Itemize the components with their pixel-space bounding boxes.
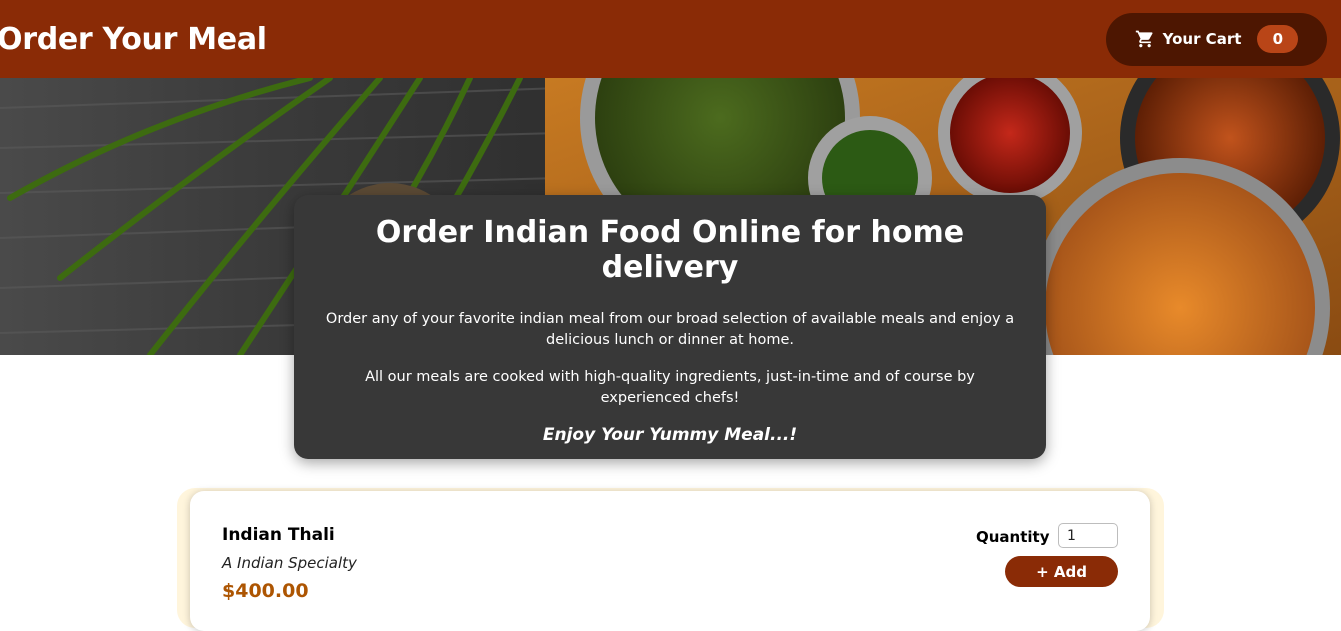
quantity-input[interactable] xyxy=(1058,523,1118,548)
meal-description: A Indian Specialty xyxy=(222,554,357,572)
cart-count-badge: 0 xyxy=(1257,25,1299,53)
cart-label: Your Cart xyxy=(1162,30,1242,48)
add-to-cart-button[interactable]: + Add xyxy=(1005,556,1118,587)
summary-paragraph-1: Order any of your favorite indian meal f… xyxy=(325,311,1015,348)
cart-icon xyxy=(1135,30,1153,48)
summary-card: Order Indian Food Online for home delive… xyxy=(294,195,1046,459)
meal-name: Indian Thali xyxy=(222,525,335,545)
meals-list-card: Indian Thali A Indian Specialty $400.00 … xyxy=(190,491,1150,631)
quantity-label: Quantity xyxy=(976,528,1050,546)
app-title: Order Your Meal xyxy=(0,21,267,57)
summary-paragraph-2: All our meals are cooked with high-quali… xyxy=(365,369,975,406)
app-header: Order Your Meal Your Cart 0 xyxy=(0,0,1341,78)
summary-heading: Order Indian Food Online for home delive… xyxy=(375,215,965,285)
summary-tagline: Enjoy Your Yummy Meal...! xyxy=(542,425,798,445)
meal-price: $400.00 xyxy=(222,580,309,602)
cart-button[interactable]: Your Cart 0 xyxy=(1106,12,1327,66)
